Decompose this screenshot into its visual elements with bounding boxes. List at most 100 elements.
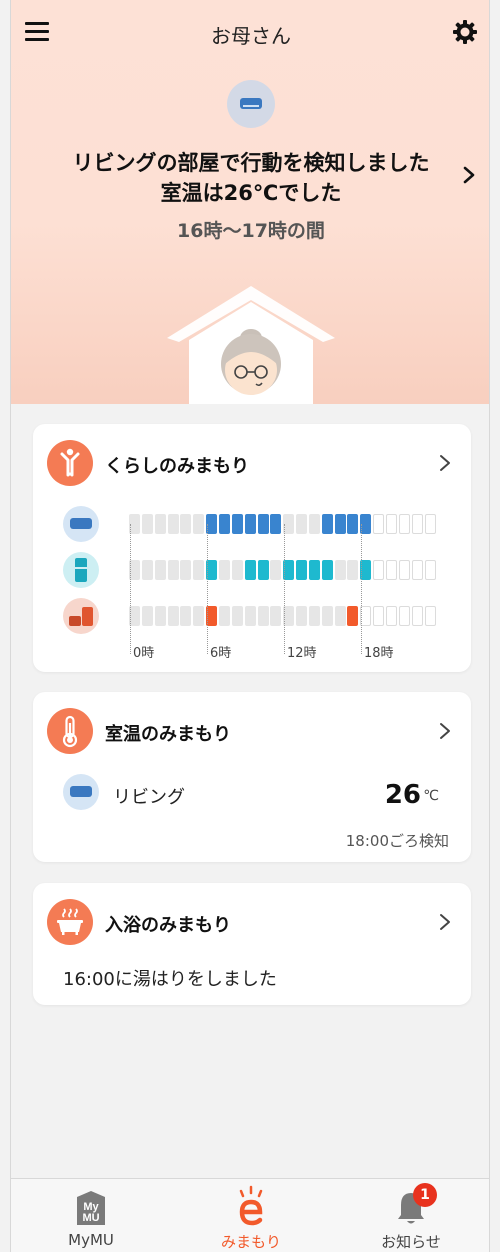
activity-cell	[154, 606, 166, 626]
tab-label: みまもり	[220, 1233, 281, 1251]
chevron-right-icon	[440, 914, 450, 930]
aircon-status-icon	[227, 80, 275, 128]
activity-cell	[167, 560, 179, 580]
activity-cell	[167, 606, 179, 626]
activity-cell	[193, 560, 205, 580]
detected-time: 18:00ごろ検知	[345, 832, 449, 850]
activity-cell	[167, 514, 179, 534]
svg-text:MU: MU	[82, 1212, 99, 1224]
living-card-header[interactable]: くらしのみまもり	[33, 424, 471, 504]
detection-message-line1: リビングの部屋で行動を検知しました	[72, 151, 430, 175]
temperature-card-header[interactable]: 室温のみまもり	[33, 692, 471, 772]
activity-cell	[296, 606, 308, 626]
activity-cell	[231, 606, 243, 626]
activity-cell	[411, 514, 423, 534]
activity-cell	[257, 606, 269, 626]
tab-notifications[interactable]: 1 お知らせ	[331, 1179, 489, 1252]
activity-cell	[321, 606, 333, 626]
tab-mimamori[interactable]: みまもり	[171, 1179, 331, 1252]
activity-cell	[411, 606, 423, 626]
bath-card-title: 入浴のみまもり	[105, 915, 231, 936]
activity-cell	[411, 560, 423, 580]
tick-label: 12時	[287, 646, 317, 661]
activity-cell	[308, 514, 320, 534]
activity-cell	[296, 514, 308, 534]
activity-cell	[424, 514, 436, 534]
activity-cell	[218, 514, 230, 534]
activity-cell	[398, 606, 410, 626]
timeline-divider	[284, 524, 285, 654]
bottom-tab-bar: My MU MyMU みまもり 1 お知らせ	[11, 1178, 489, 1252]
mimamori-e-icon	[239, 1185, 263, 1226]
activity-cell	[347, 560, 359, 580]
chevron-right-icon	[440, 455, 450, 471]
activity-cell	[154, 560, 166, 580]
activity-cell	[373, 514, 385, 534]
activity-cell	[244, 606, 256, 626]
activity-cell	[386, 514, 397, 534]
activity-cell	[231, 560, 243, 580]
activity-cell	[334, 606, 346, 626]
activity-cell	[244, 514, 256, 534]
activity-cell	[347, 606, 359, 626]
chevron-right-icon	[463, 166, 475, 184]
timeline-divider	[207, 524, 208, 654]
temperature-monitor-card: 室温のみまもり リビング 26 ℃ 18:00ごろ検知	[33, 692, 471, 862]
activity-cell	[386, 560, 397, 580]
activity-cell	[308, 560, 320, 580]
activity-cell	[296, 560, 308, 580]
activity-cell	[334, 560, 346, 580]
activity-cell	[308, 606, 320, 626]
timeline-divider	[361, 524, 362, 654]
tick-label: 0時	[133, 646, 155, 661]
person-icon	[47, 440, 93, 486]
activity-cell	[386, 606, 397, 626]
temperature-value: 26	[384, 780, 421, 810]
tab-label: お知らせ	[381, 1233, 441, 1251]
activity-cell	[424, 560, 436, 580]
activity-cell	[141, 560, 153, 580]
mymu-icon: My MU	[77, 1191, 105, 1225]
activity-cell	[257, 560, 269, 580]
top-bar: お母さん	[11, 0, 489, 62]
fridge-icon	[63, 552, 99, 588]
activity-cell	[218, 560, 230, 580]
detection-message-line2: 室温は26℃でした	[160, 181, 342, 205]
activity-cell	[180, 514, 192, 534]
living-monitor-card: くらしのみまもり 0時 6時 12時 18時	[33, 424, 471, 672]
activity-cell	[270, 606, 282, 626]
timeline-divider	[130, 524, 131, 654]
thermometer-icon	[47, 708, 93, 754]
activity-cell	[141, 514, 153, 534]
settings-button[interactable]	[451, 18, 479, 46]
hero-section: お母さん リビングの部屋で行動を検知しました 室温は26℃でした 16時〜17時…	[11, 0, 489, 404]
detection-detail-button[interactable]	[461, 165, 477, 185]
activity-cell	[154, 514, 166, 534]
tab-label: MyMU	[68, 1231, 114, 1249]
house-illustration	[163, 280, 339, 404]
room-name: リビング	[113, 787, 185, 808]
activity-cell	[180, 606, 192, 626]
activity-cell	[257, 514, 269, 534]
notification-badge: 1	[413, 1183, 437, 1207]
activity-cell	[218, 606, 230, 626]
gear-icon	[453, 20, 477, 44]
activity-cell	[244, 560, 256, 580]
aircon-icon	[63, 506, 99, 542]
activity-cell	[193, 514, 205, 534]
activity-cell	[231, 514, 243, 534]
tab-mymu[interactable]: My MU MyMU	[11, 1179, 171, 1252]
rice-cooker-icon	[63, 598, 99, 634]
activity-cell	[373, 560, 385, 580]
activity-cell	[193, 606, 205, 626]
detection-message[interactable]: リビングの部屋で行動を検知しました 室温は26℃でした	[51, 148, 451, 208]
activity-cell	[141, 606, 153, 626]
activity-cell	[270, 560, 282, 580]
page-title: お母さん	[211, 24, 291, 48]
temperature-unit: ℃	[423, 788, 439, 804]
activity-cell	[321, 514, 333, 534]
bath-monitor-card: 入浴のみまもり 16:00に湯はりをしました	[33, 883, 471, 1005]
activity-cell	[424, 606, 436, 626]
tick-label: 18時	[364, 646, 394, 661]
bath-card-header[interactable]: 入浴のみまもり	[33, 883, 471, 963]
